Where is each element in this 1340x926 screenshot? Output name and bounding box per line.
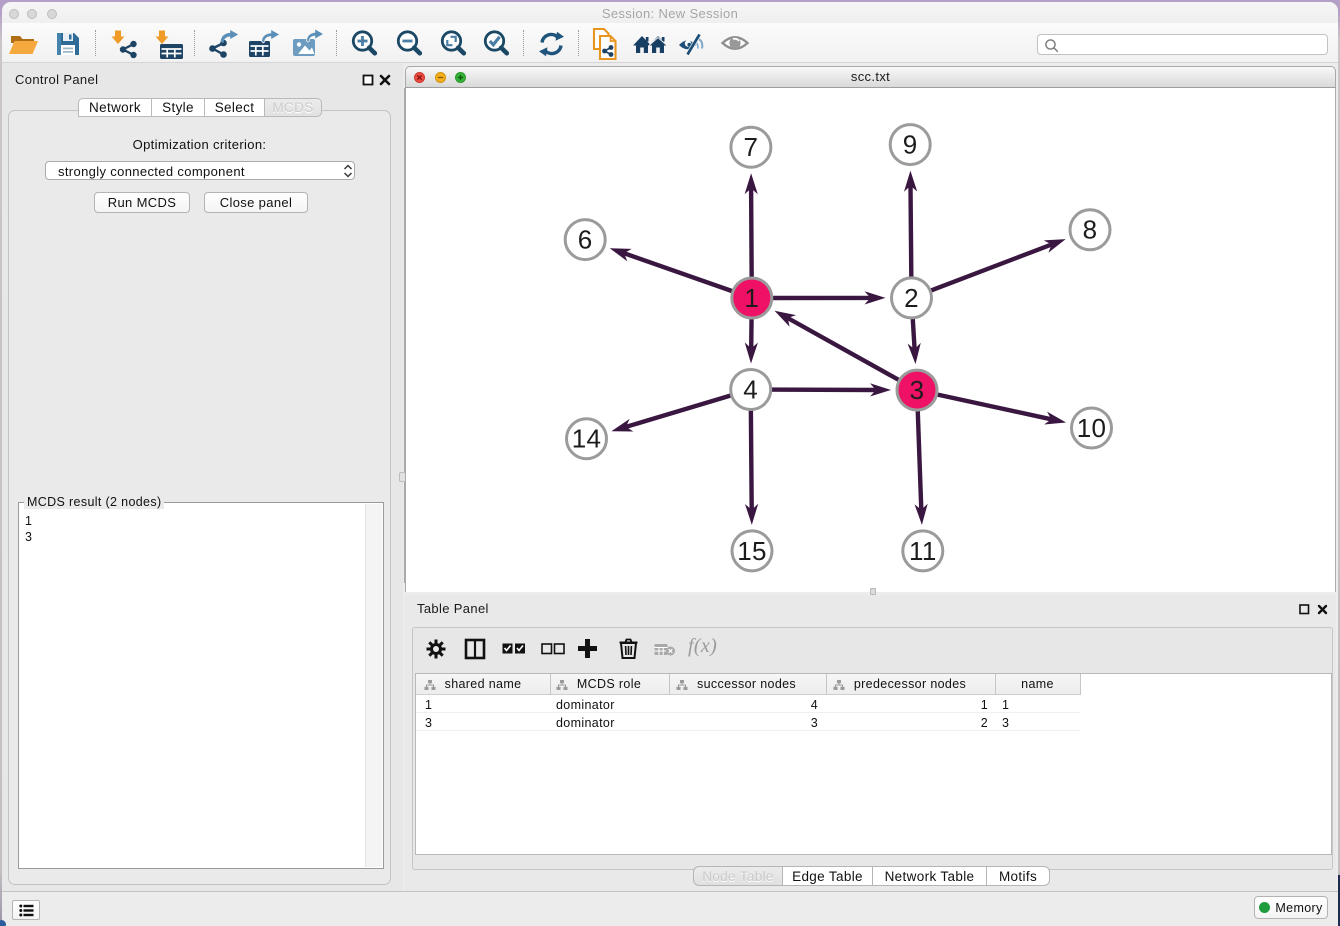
svg-text:8: 8 (1083, 215, 1098, 245)
svg-text:11: 11 (909, 536, 937, 566)
svg-text:7: 7 (743, 132, 758, 162)
svg-text:1: 1 (744, 283, 759, 313)
svg-text:14: 14 (572, 424, 602, 454)
svg-text:10: 10 (1077, 413, 1107, 443)
svg-text:2: 2 (904, 283, 919, 313)
svg-text:9: 9 (903, 129, 918, 159)
svg-text:15: 15 (737, 536, 767, 566)
svg-text:6: 6 (578, 224, 593, 254)
svg-text:3: 3 (910, 375, 925, 405)
svg-text:4: 4 (743, 374, 758, 404)
